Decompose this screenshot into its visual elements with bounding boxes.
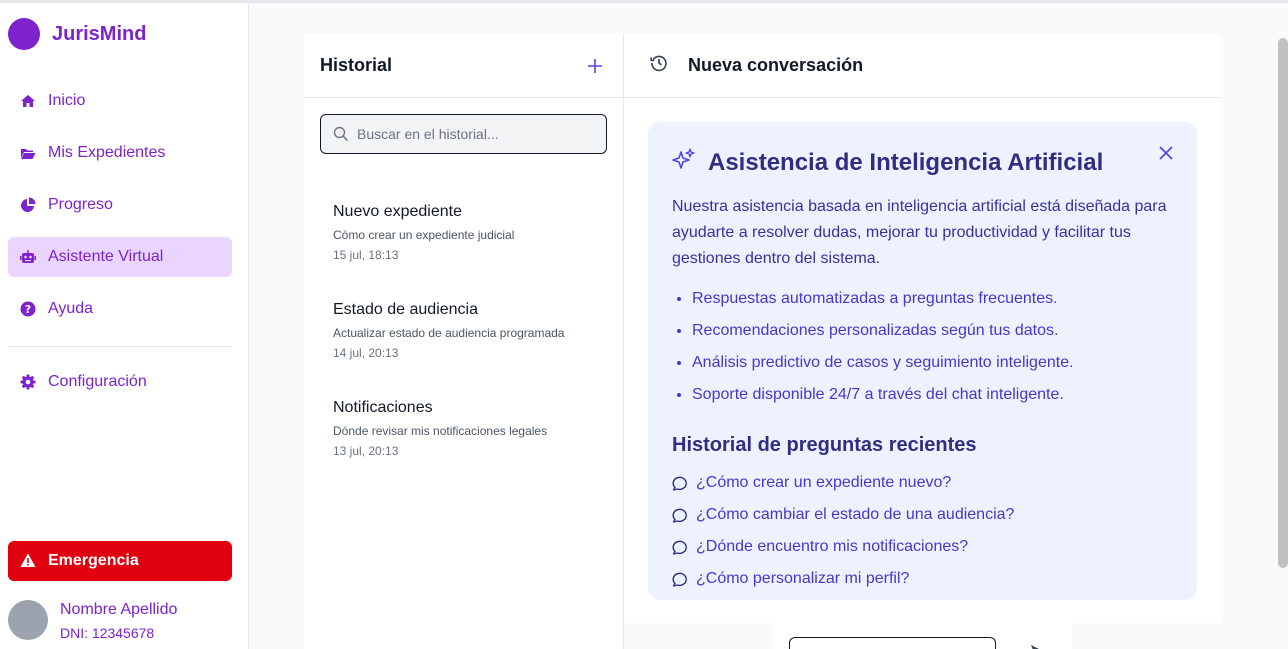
home-icon [20,93,36,109]
page-scrollbar[interactable] [1278,38,1288,568]
chat-bubble-icon [672,507,688,523]
sidebar-item-label: Configuración [48,373,147,390]
history-clock-icon[interactable] [650,54,668,77]
history-item-title: Notificaciones [333,399,433,416]
chat-bubble-icon [672,539,688,555]
chat-input-area [624,623,1221,649]
ai-features-list: Respuestas automatizadas a preguntas fre… [692,286,1074,414]
history-item-title: Nuevo expediente [333,203,462,220]
sidebar-item-mis-expedientes[interactable]: Mis Expedientes [8,133,232,173]
feature-item: Respuestas automatizadas a preguntas fre… [692,286,1074,318]
sparkles-icon [672,148,696,177]
chat-message-input[interactable] [789,637,996,649]
recent-question-text: ¿Cómo cambiar el estado de una audiencia… [696,506,1015,523]
history-item-date: 15 jul, 18:13 [333,248,399,262]
feature-item: Soporte disponible 24/7 a través del cha… [692,382,1074,414]
sidebar-divider [8,346,232,347]
robot-icon [20,249,36,265]
recent-question[interactable]: ¿Cómo cambiar el estado de una audiencia… [672,506,1014,524]
feature-item: Análisis predictivo de casos y seguimien… [692,350,1074,382]
send-icon[interactable] [1030,643,1042,649]
svg-text:?: ? [25,303,31,316]
chat-input-container [772,623,1072,649]
recent-question[interactable]: ¿Cómo personalizar mi perfil? [672,570,909,588]
emergency-label: Emergencia [48,552,139,569]
user-dni: DNI: 12345678 [60,625,155,641]
user-name: Nombre Apellido [60,601,178,618]
recent-question-text: ¿Dónde encuentro mis notificaciones? [696,538,969,555]
question-circle-icon: ? [20,301,36,317]
recent-question-text: ¿Cómo crear un expediente nuevo? [696,474,952,491]
user-profile[interactable]: Nombre Apellido DNI: 12345678 [8,600,177,642]
chat-title: Nueva conversación [688,55,864,75]
history-item-date: 14 jul, 20:13 [333,346,399,360]
feature-item: Recomendaciones personalizadas según tus… [692,318,1074,350]
history-item[interactable]: Notificaciones Dónde revisar mis notific… [333,398,603,458]
sidebar-item-asistente-virtual[interactable]: Asistente Virtual [8,237,232,277]
history-item-subtitle: Actualizar estado de audiencia programad… [333,326,565,340]
ai-card-description: Nuestra asistencia basada en inteligenci… [672,198,1167,267]
history-panel: Historial Nuevo expediente Cómo crear un… [304,34,624,649]
pie-chart-icon [20,197,36,213]
close-icon [1159,146,1173,160]
brand[interactable]: JurisMind [8,18,146,50]
sidebar-item-inicio[interactable]: Inicio [8,81,232,121]
new-conversation-button[interactable] [583,54,607,78]
chat-bubble-icon [672,571,688,587]
avatar [8,600,48,640]
sidebar-item-label: Inicio [48,92,86,109]
recent-question[interactable]: ¿Dónde encuentro mis notificaciones? [672,538,968,556]
search-input[interactable] [357,126,597,142]
sidebar-item-configuracion[interactable]: Configuración [8,362,232,402]
brand-name: JurisMind [52,22,147,45]
history-title: Historial [320,55,393,75]
sidebar-item-label: Ayuda [48,300,94,317]
search-icon [333,126,349,142]
history-search[interactable] [320,114,607,154]
history-item[interactable]: Nuevo expediente Cómo crear un expedient… [333,202,603,262]
sidebar: JurisMind Inicio Mis Expedientes Progres… [0,3,249,649]
sidebar-item-progreso[interactable]: Progreso [8,185,232,225]
chat-panel: Nueva conversación Asistencia de Intelig… [624,34,1221,649]
chat-bubble-icon [672,475,688,491]
warning-icon [20,553,36,569]
history-item-subtitle: Cómo crear un expediente judicial [333,228,515,242]
recent-question[interactable]: ¿Cómo crear un expediente nuevo? [672,474,951,492]
gear-icon [20,374,36,390]
sidebar-item-label: Mis Expedientes [48,144,166,161]
sidebar-item-label: Progreso [48,196,113,213]
history-item-title: Estado de audiencia [333,301,478,318]
folder-open-icon [20,145,36,161]
sidebar-item-ayuda[interactable]: ? Ayuda [8,289,232,329]
history-item-date: 13 jul, 20:13 [333,444,399,458]
plus-icon [588,58,602,73]
history-item-subtitle: Dónde revisar mis notificaciones legales [333,424,548,438]
recent-question-text: ¿Cómo personalizar mi perfil? [696,570,910,587]
recent-questions-title: Historial de preguntas recientes [672,434,977,456]
close-card-button[interactable] [1157,144,1175,162]
history-item[interactable]: Estado de audiencia Actualizar estado de… [333,300,603,360]
brand-logo [8,18,40,50]
ai-card-title: Asistencia de Inteligencia Artificial [708,148,1104,176]
sidebar-item-label: Asistente Virtual [48,248,164,265]
ai-assistance-card: Asistencia de Inteligencia Artificial Nu… [648,122,1197,600]
emergency-button[interactable]: Emergencia [8,541,232,581]
